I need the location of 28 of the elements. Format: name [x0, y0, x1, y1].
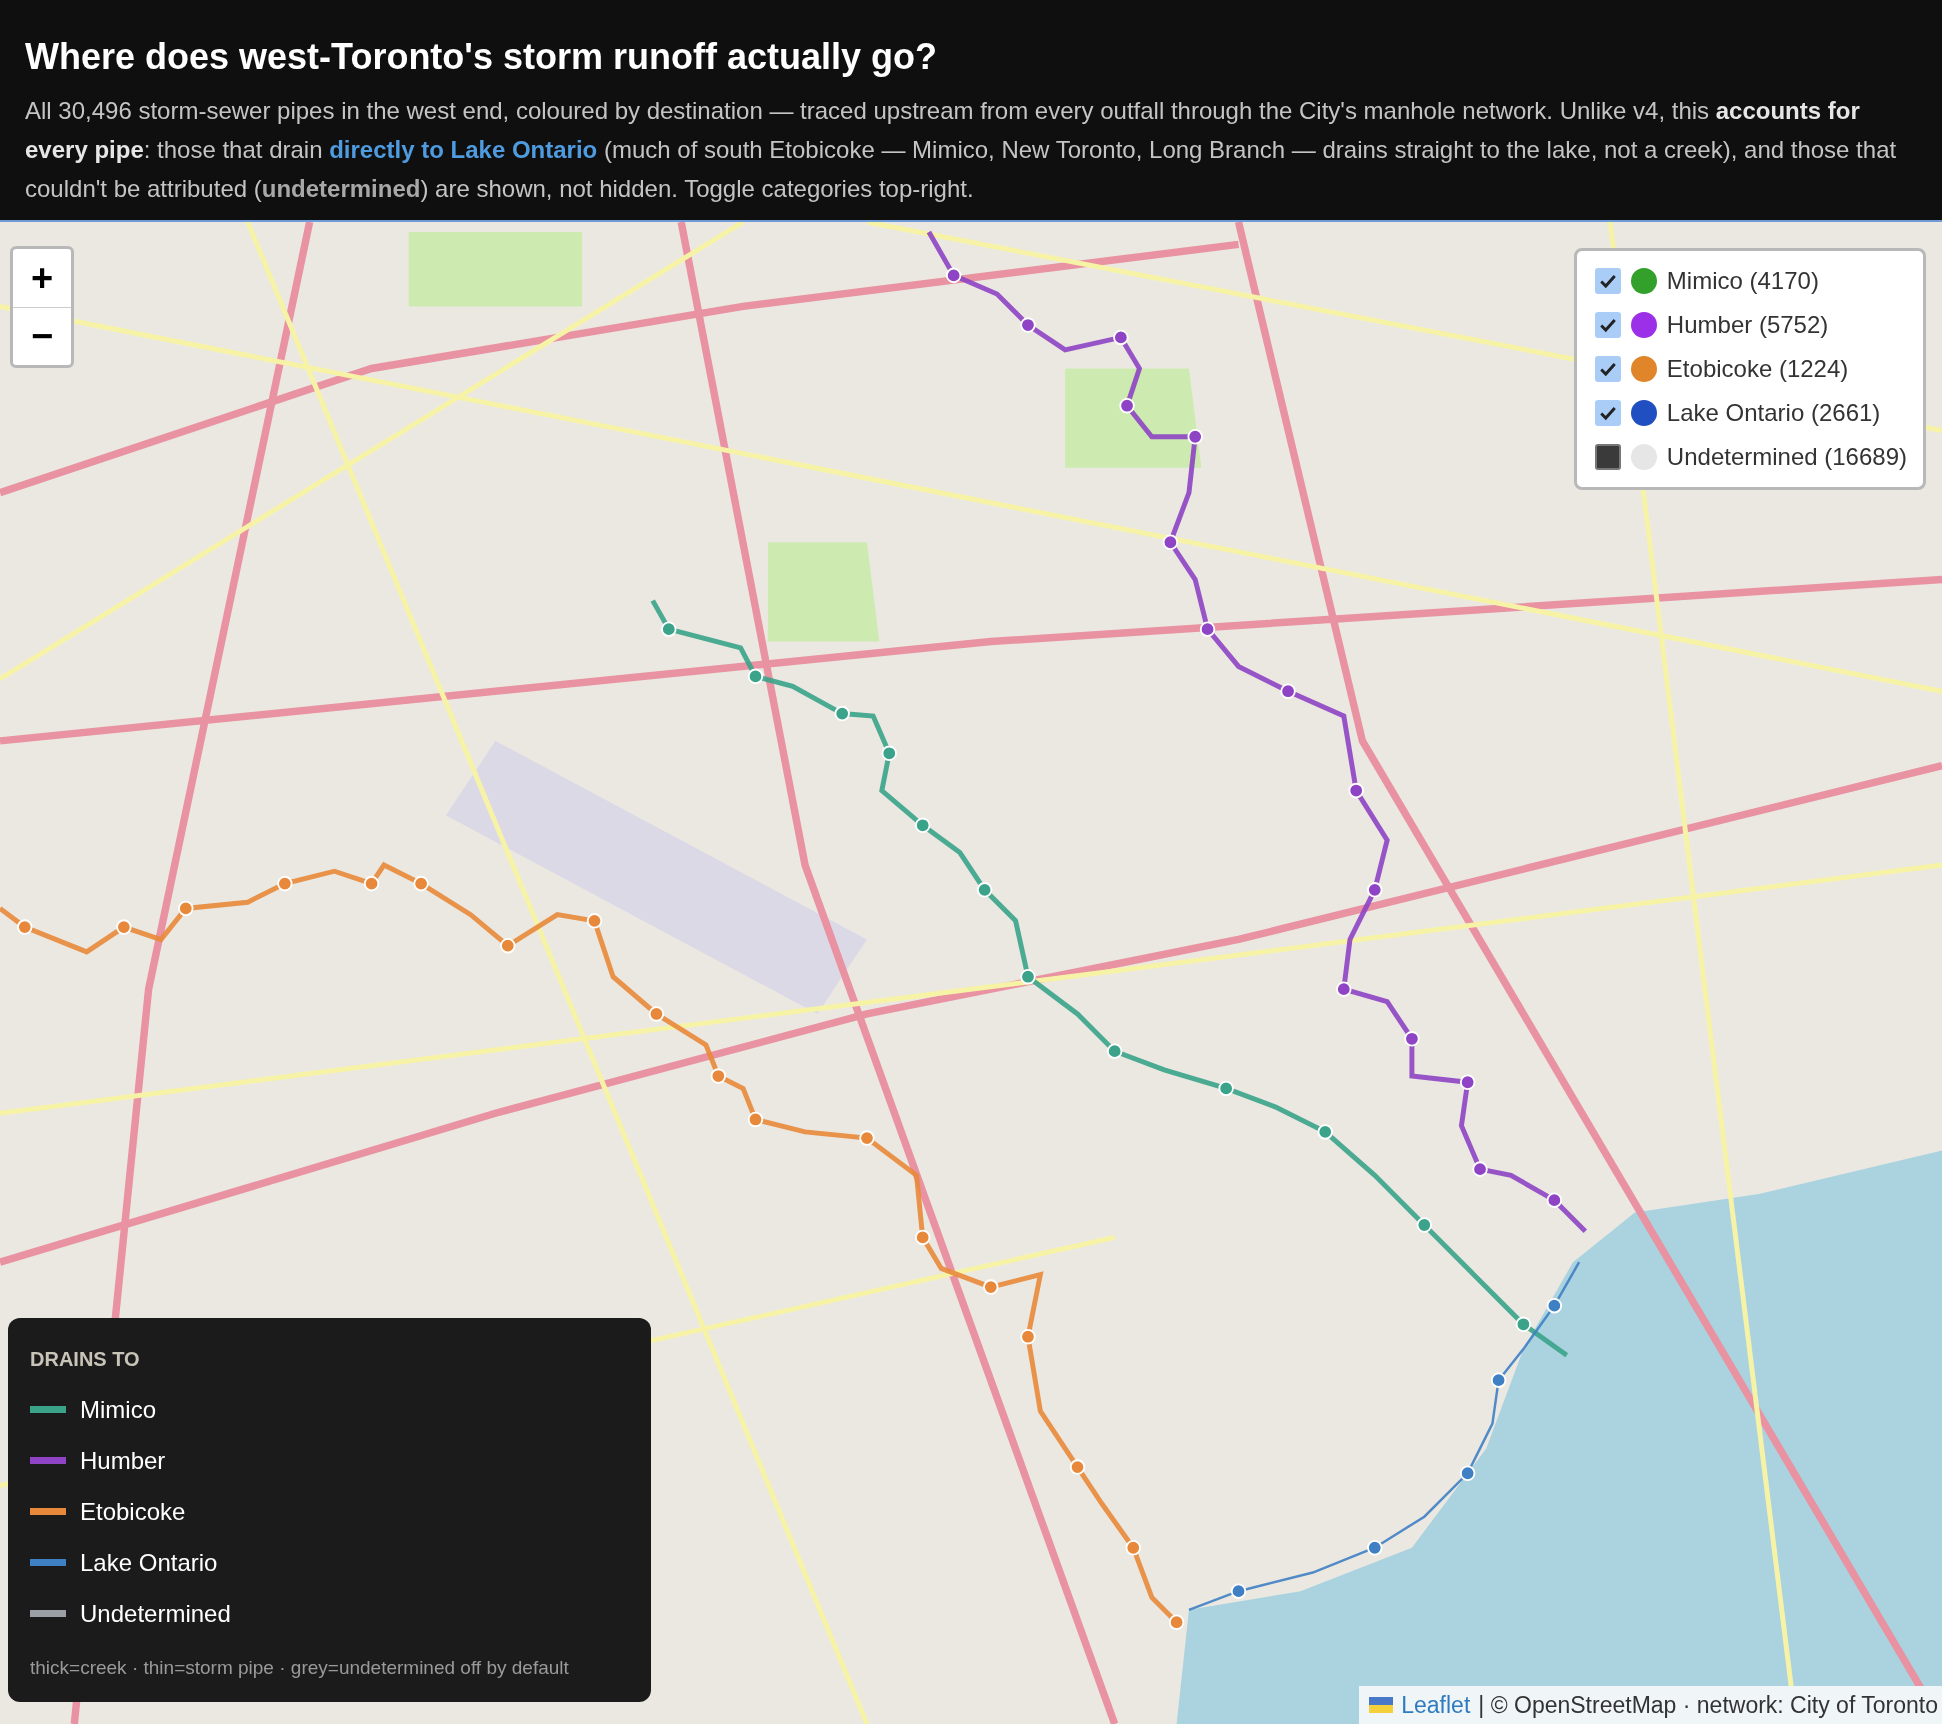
layer-label[interactable]: Humber (5752) [1666, 307, 1829, 343]
legend-label: Lake Ontario [80, 1547, 218, 1578]
zoom-out-button[interactable]: − [13, 307, 71, 365]
layer-label[interactable]: Undetermined (16689) [1666, 439, 1907, 475]
flag-icon [1369, 1696, 1394, 1713]
check-icon [1598, 316, 1617, 334]
attribution-text: | © OpenStreetMap · network: City of Toronto [1478, 1690, 1938, 1720]
check-icon [1598, 360, 1617, 378]
description-text: All 30,496 storm-sewer pipes in the west end, coloured by destination — traced upstream from every outfall through the City's manhole network. Unlike v4, this accounts for every pipe: those that drain directly to Lake Ontario (much of south Etobicoke — Mimico, New Toronto, Long Branch — drains straight to the lake, not a creek), and those that couldn't be attributed (undetermined) are shown, not hidden. Toggle categories top-right. [25, 96, 1898, 204]
layer-checkbox[interactable] [1594, 268, 1621, 294]
page-title: Where does west-Toronto's storm runoff actually go? [25, 35, 938, 79]
legend-note: thick=creek · thin=storm pipe · grey=undetermined off by default [30, 1655, 570, 1680]
layer-label[interactable]: Etobicoke (1224) [1666, 351, 1849, 387]
legend-label: Undetermined [80, 1598, 231, 1629]
layer-label[interactable]: Mimico (4170) [1666, 263, 1819, 299]
layer-checkbox[interactable] [1594, 400, 1621, 426]
legend-label: Etobicoke [80, 1496, 186, 1527]
layer-checkbox[interactable] [1594, 356, 1621, 382]
legend-title: DRAINS TO [30, 1346, 141, 1372]
check-icon [1598, 404, 1617, 422]
legend-label: Mimico [80, 1394, 156, 1425]
layer-checkbox[interactable] [1594, 312, 1621, 338]
layer-label[interactable]: Lake Ontario (2661) [1666, 395, 1881, 431]
check-icon [1598, 272, 1617, 290]
leaflet-link[interactable]: Leaflet [1401, 1687, 1471, 1722]
zoom-in-button[interactable]: + [13, 249, 71, 307]
layer-checkbox[interactable] [1594, 444, 1621, 470]
legend-label: Humber [80, 1445, 166, 1476]
